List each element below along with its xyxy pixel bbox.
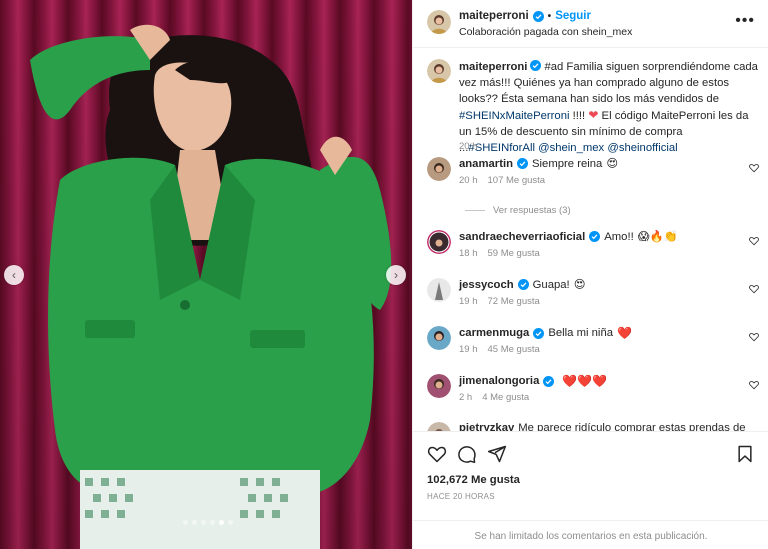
comment-likes[interactable]: 59 Me gusta (488, 248, 540, 259)
heart-icon[interactable] (427, 444, 447, 464)
like-comment-icon[interactable] (749, 236, 759, 246)
comments-list[interactable]: maiteperroni #ad Familia siguen sorprendi… (413, 49, 768, 431)
comment-emoji: 😱🔥👏 (637, 231, 678, 243)
comment-likes[interactable]: 4 Me gusta (482, 392, 529, 403)
previous-slide-button[interactable]: ‹ (4, 265, 24, 285)
comment-text: Siempre reina (532, 157, 603, 170)
comment-likes[interactable]: 45 Me gusta (488, 344, 540, 355)
caption-time[interactable]: 20 h (459, 141, 478, 152)
comment-emoji: 😍 (573, 279, 586, 291)
avatar[interactable] (427, 374, 451, 398)
avatar[interactable] (427, 59, 451, 83)
comment-username[interactable]: anamartin (459, 158, 513, 170)
caption-username[interactable]: maiteperroni (459, 61, 527, 73)
verified-icon (530, 60, 542, 71)
more-icon[interactable]: ••• (735, 12, 755, 30)
post-actions: 102,672 Me gusta HACE 20 HORAS Se han li… (413, 431, 768, 549)
verified-icon (533, 327, 545, 339)
bookmark-icon[interactable] (735, 444, 755, 464)
post-time[interactable]: HACE 20 HORAS (427, 492, 495, 501)
likes-count[interactable]: 102,672 Me gusta (427, 474, 520, 486)
verified-icon (589, 231, 601, 242)
carousel-dot (183, 520, 188, 525)
post-sidebar: maiteperroni • Seguir Colaboración pagad… (412, 0, 768, 549)
carousel-dot (219, 520, 224, 525)
verified-icon (517, 158, 528, 169)
comment: anamartin Siempre reina 😍 20 h 107 Me gusta (427, 157, 767, 197)
comment-emoji: 😍 (606, 158, 619, 170)
comments-limited-notice: Se han limitado los comentarios en esta … (413, 520, 768, 549)
carousel-dot (228, 520, 233, 525)
comment-text: Amo!! (604, 230, 634, 243)
avatar[interactable] (427, 278, 451, 302)
comment-time[interactable]: 19 h (459, 296, 478, 307)
heart-emoji: ❤ (588, 108, 599, 122)
avatar[interactable] (427, 326, 451, 350)
comment-time[interactable]: 19 h (459, 344, 478, 355)
comment-icon[interactable] (457, 444, 477, 464)
mention-link[interactable]: @sheinofficial (607, 142, 677, 154)
comment-text: Bella mi niña (548, 327, 614, 339)
like-comment-icon[interactable] (749, 163, 759, 173)
carousel-dot (201, 520, 206, 525)
comment-text: Me parece ridículo comprar estas prendas… (518, 422, 746, 431)
woman-figure-illustration (30, 24, 392, 549)
comment-likes[interactable]: 72 Me gusta (488, 296, 540, 307)
hashtag-link[interactable]: #SHEINxMaitePerroni (459, 110, 570, 122)
comment-time[interactable]: 20 h (459, 175, 478, 186)
verified-icon (543, 375, 555, 387)
carousel-dots (183, 520, 233, 525)
avatar[interactable] (427, 422, 451, 431)
caption-text: maiteperroni #ad Familia siguen sorprendi… (459, 60, 758, 154)
follow-button[interactable]: Seguir (555, 10, 591, 22)
like-comment-icon[interactable] (749, 284, 759, 294)
avatar[interactable] (427, 230, 451, 254)
next-slide-button[interactable]: › (386, 265, 406, 285)
comment-username[interactable]: jessycoch (459, 279, 514, 291)
chevron-right-icon: › (394, 268, 398, 282)
comment-emoji: ❤️ (617, 326, 632, 340)
verified-icon (532, 10, 544, 22)
mention-link[interactable]: @shein_mex (538, 142, 604, 154)
like-comment-icon[interactable] (749, 380, 759, 390)
comment: sandraecheverriaoficial Amo!! 😱🔥👏 18 h 59 M… (427, 230, 767, 270)
comment: pietryzkay Me parece ridículo comprar est… (427, 422, 767, 431)
hashtag-link[interactable]: #SHEINforAll (468, 142, 535, 154)
comment-text: Guapa! (532, 278, 570, 291)
comment-time[interactable]: 2 h (459, 392, 472, 403)
comment-username[interactable]: sandraecheverriaoficial (459, 231, 585, 243)
like-comment-icon[interactable] (749, 332, 759, 342)
paid-partnership-label[interactable]: Colaboración pagada con shein_mex (459, 26, 632, 38)
comment-username[interactable]: jimenalongoria (459, 375, 539, 387)
comment-username[interactable]: pietryzkay (459, 422, 514, 431)
comment: jimenalongoria ❤️❤️❤️ 2 h 4 Me gusta (427, 374, 767, 414)
comment-time[interactable]: 18 h (459, 248, 478, 259)
chevron-left-icon: ‹ (12, 268, 16, 282)
carousel-dot (210, 520, 215, 525)
comment: carmenmuga Bella mi niña ❤️ 19 h 45 Me gust… (427, 326, 767, 366)
comment-username[interactable]: carmenmuga (459, 327, 529, 339)
carousel-dot (192, 520, 197, 525)
comment: jessycoch Guapa! 😍 19 h 72 Me gusta (427, 278, 767, 318)
view-replies-button[interactable]: Ver respuestas (3) (465, 205, 571, 216)
avatar[interactable] (427, 10, 451, 34)
header-username[interactable]: maiteperroni (459, 10, 529, 22)
comment-likes[interactable]: 107 Me gusta (488, 175, 546, 186)
avatar[interactable] (427, 157, 451, 181)
post-image[interactable]: ‹ › (0, 0, 412, 549)
post-header: maiteperroni • Seguir Colaboración pagad… (413, 0, 768, 48)
verified-icon (517, 279, 529, 290)
comment-emoji: ❤️❤️❤️ (562, 374, 608, 388)
share-icon[interactable] (487, 444, 507, 464)
